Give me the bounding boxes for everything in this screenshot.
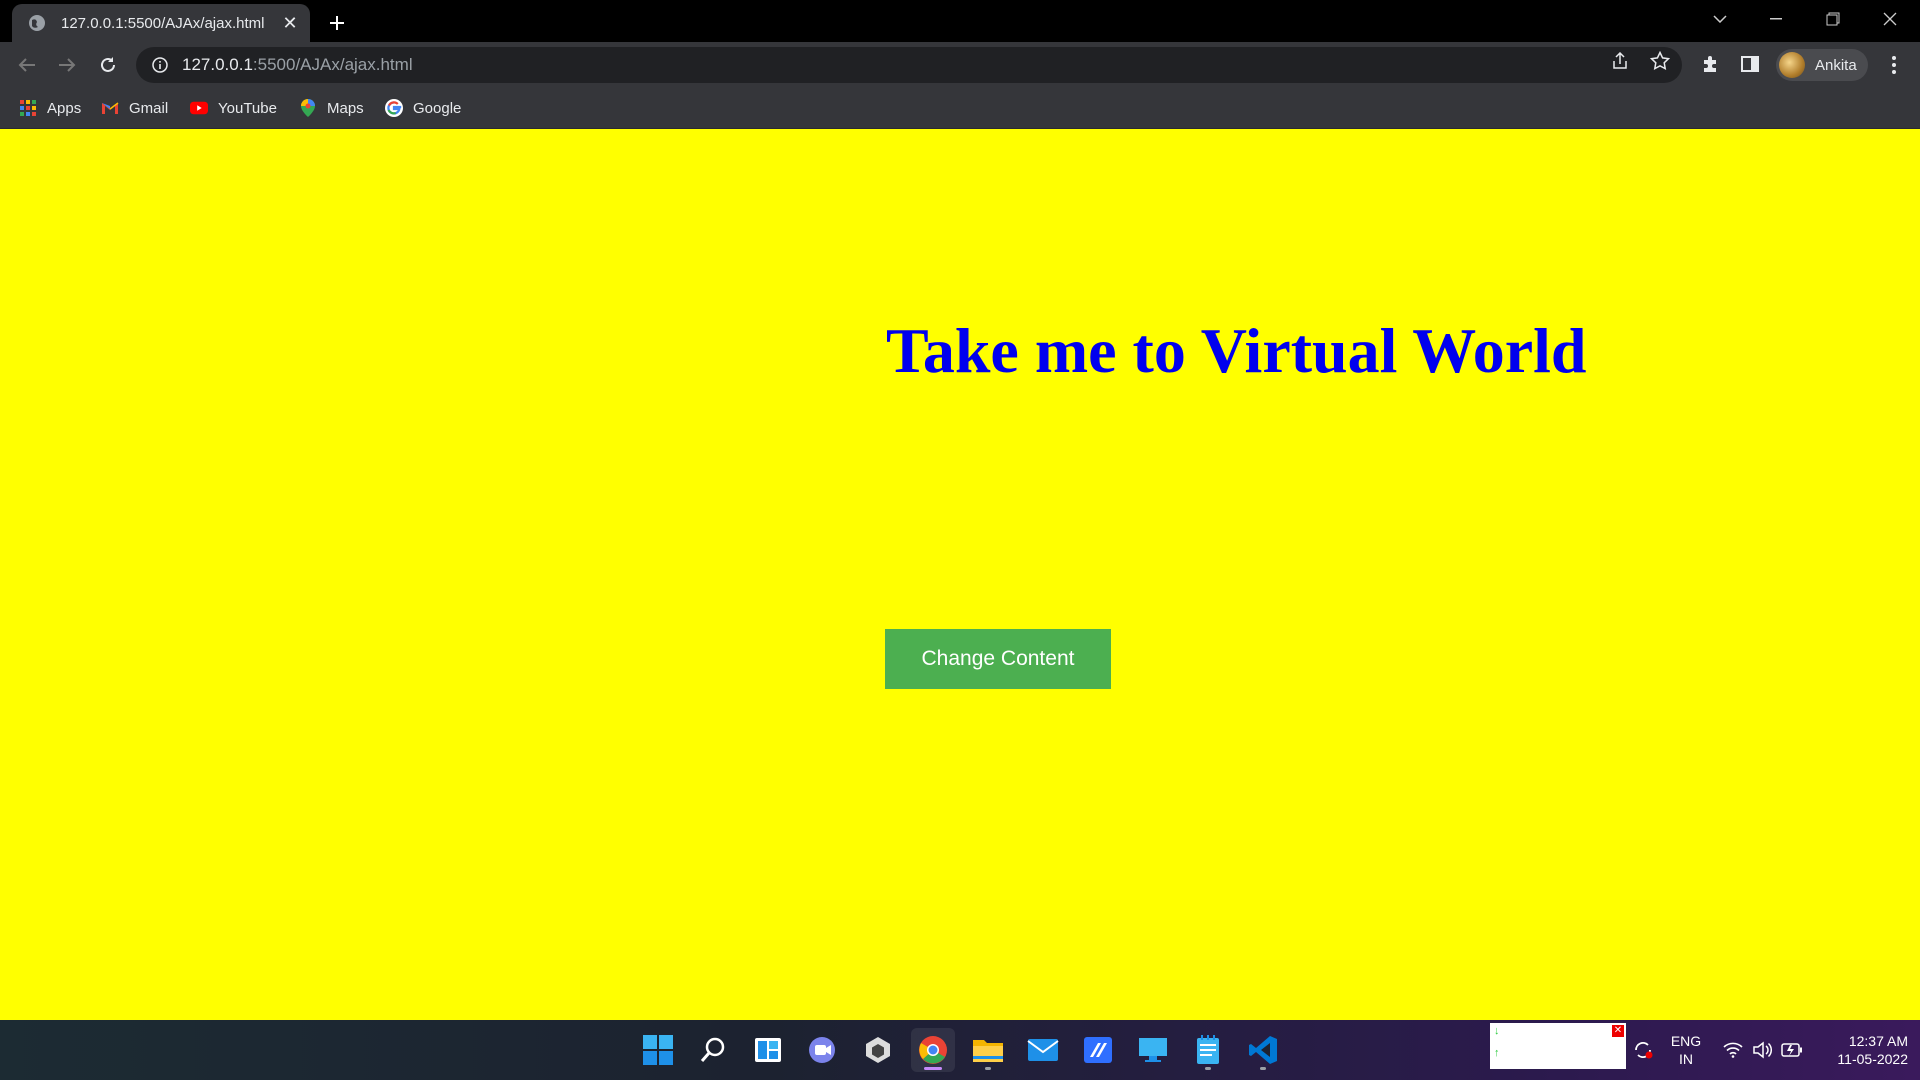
sync-icon[interactable] — [1632, 1039, 1654, 1061]
mail-icon[interactable] — [1021, 1028, 1065, 1072]
profile-name: Ankita — [1815, 56, 1857, 74]
active-indicator — [924, 1067, 942, 1070]
clock-time: 12:37 AM — [1848, 1033, 1908, 1049]
bookmark-label: YouTube — [218, 99, 277, 117]
unity-icon[interactable] — [856, 1028, 900, 1072]
back-arrow-icon[interactable] — [11, 49, 43, 81]
site-info-icon[interactable] — [150, 55, 170, 75]
start-icon[interactable] — [636, 1028, 680, 1072]
clock[interactable]: 12:37 AM 11-05-2022 — [1818, 1032, 1908, 1068]
vscode-icon[interactable] — [1241, 1028, 1285, 1072]
file-explorer-icon[interactable] — [966, 1028, 1010, 1072]
bookmark-label: Gmail — [129, 99, 169, 117]
bookmark-maps[interactable]: Maps — [299, 96, 364, 120]
app-icon[interactable] — [1076, 1028, 1120, 1072]
search-icon[interactable] — [691, 1028, 735, 1072]
browser-tab[interactable]: 127.0.0.1:5500/AJAx/ajax.html ✕ — [12, 4, 310, 42]
taskbar: ↓ ↑ ✕ ENG IN 12:37 AM 11-05-2022 — [0, 1020, 1920, 1080]
change-content-button[interactable]: Change Content — [885, 629, 1111, 689]
bookmark-label: Maps — [327, 99, 364, 117]
address-bar[interactable]: 127.0.0.1:5500/AJAx/ajax.html — [136, 47, 1682, 83]
bookmark-gmail[interactable]: Gmail — [101, 96, 168, 120]
upload-arrow-icon: ↓ — [1494, 1025, 1500, 1037]
clock-date: 11-05-2022 — [1837, 1051, 1908, 1067]
reload-icon[interactable] — [92, 49, 124, 81]
url-path: :5500/AJAx/ajax.html — [252, 55, 413, 74]
chrome-icon[interactable] — [911, 1028, 955, 1072]
google-icon — [385, 99, 403, 117]
volume-icon[interactable] — [1751, 1039, 1773, 1061]
globe-icon — [27, 13, 47, 33]
url-host: 127.0.0.1 — [182, 55, 253, 74]
apps-grid-icon — [19, 99, 37, 117]
wifi-icon[interactable] — [1722, 1039, 1744, 1061]
bookmark-youtube[interactable]: YouTube — [190, 96, 277, 120]
bookmark-star-icon[interactable] — [1649, 50, 1671, 72]
bookmark-label: Google — [413, 99, 462, 117]
extensions-icon[interactable] — [1700, 53, 1722, 75]
maps-icon — [299, 99, 317, 117]
page-content: Take me to Virtual World Change Content — [0, 129, 1920, 1020]
running-indicator — [985, 1067, 991, 1070]
share-icon[interactable] — [1609, 50, 1631, 72]
tab-search-icon[interactable] — [1692, 0, 1748, 38]
network-speed-widget[interactable]: ↓ ↑ ✕ — [1490, 1023, 1626, 1069]
forward-arrow-icon[interactable] — [51, 49, 83, 81]
widgets-icon[interactable] — [746, 1028, 790, 1072]
menu-kebab-icon[interactable] — [1882, 53, 1906, 77]
language-indicator[interactable]: ENG IN — [1664, 1032, 1708, 1068]
tab-title: 127.0.0.1:5500/AJAx/ajax.html — [61, 14, 265, 32]
bookmark-google[interactable]: Google — [385, 96, 461, 120]
window-close-icon[interactable] — [1862, 0, 1918, 38]
close-icon[interactable]: ✕ — [1612, 1025, 1624, 1037]
running-indicator — [1205, 1067, 1211, 1070]
avatar — [1779, 52, 1805, 78]
minimize-icon[interactable] — [1748, 0, 1804, 38]
gmail-icon — [101, 99, 119, 117]
profile-button[interactable]: Ankita — [1776, 49, 1868, 81]
teams-chat-icon[interactable] — [801, 1028, 845, 1072]
bookmark-apps[interactable]: Apps — [19, 96, 81, 120]
new-tab-icon[interactable] — [322, 8, 352, 38]
bookmark-label: Apps — [47, 99, 82, 117]
bookmarks-bar: Apps Gmail YouTube Maps Google — [0, 88, 1920, 129]
running-indicator — [1260, 1067, 1266, 1070]
youtube-icon — [190, 99, 208, 117]
region-code: IN — [1679, 1051, 1693, 1067]
side-panel-icon[interactable] — [1739, 53, 1761, 75]
close-icon[interactable]: ✕ — [276, 9, 304, 37]
language-code: ENG — [1670, 1033, 1702, 1049]
page-heading: Take me to Virtual World — [886, 315, 1587, 386]
notepad-icon[interactable] — [1186, 1028, 1230, 1072]
battery-icon[interactable] — [1781, 1039, 1803, 1061]
browser-titlebar: 127.0.0.1:5500/AJAx/ajax.html ✕ — [0, 0, 1920, 42]
url-text: 127.0.0.1:5500/AJAx/ajax.html — [182, 55, 413, 75]
remote-desktop-icon[interactable] — [1131, 1028, 1175, 1072]
restore-icon[interactable] — [1805, 0, 1861, 38]
browser-toolbar: 127.0.0.1:5500/AJAx/ajax.html Ankita — [0, 42, 1920, 88]
download-arrow-icon: ↑ — [1494, 1047, 1500, 1059]
